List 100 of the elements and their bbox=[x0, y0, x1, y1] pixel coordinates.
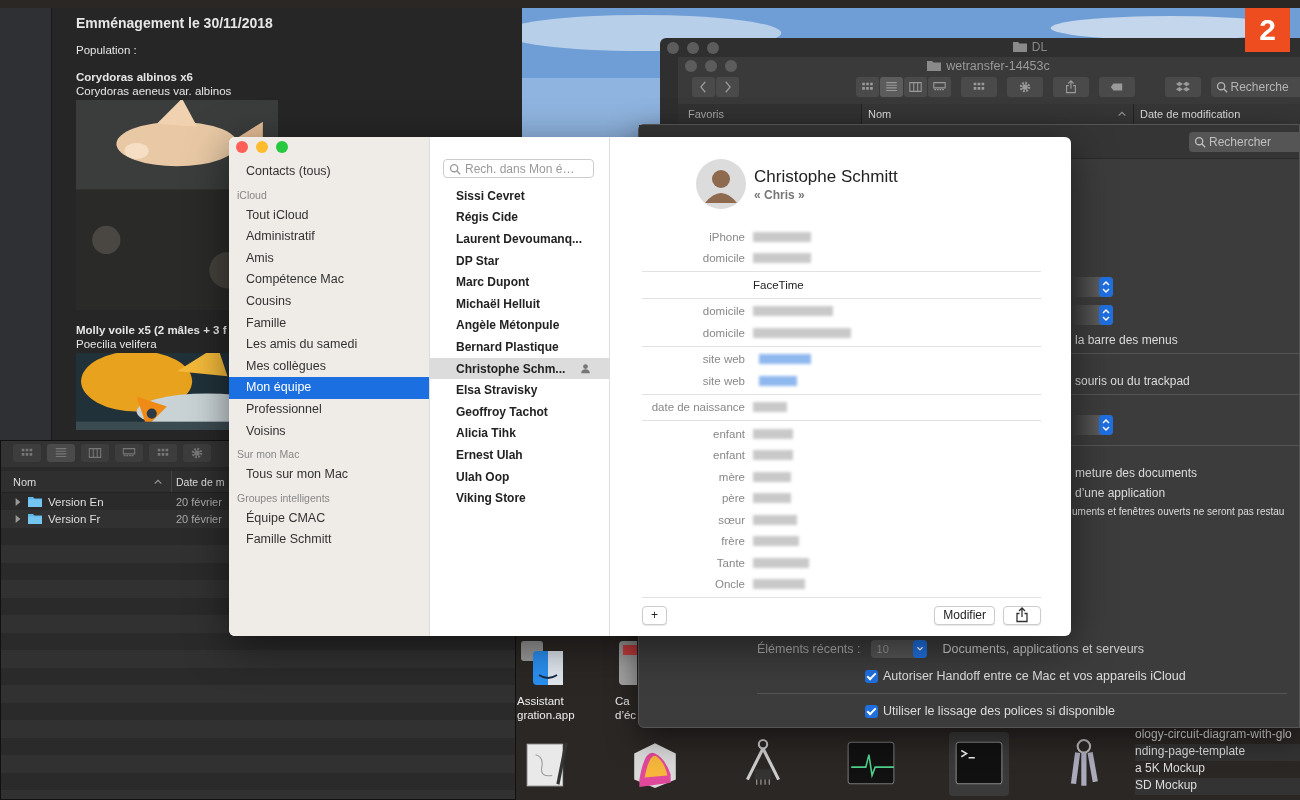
dropdown[interactable] bbox=[1071, 305, 1113, 325]
contact-row[interactable]: Alicia Tihk bbox=[430, 422, 609, 445]
contact-row[interactable]: Ernest Ulah bbox=[430, 444, 609, 466]
gallery-view-icon[interactable] bbox=[115, 444, 143, 462]
sidebar-item[interactable]: Voisins bbox=[229, 420, 429, 443]
field-label: domicile bbox=[702, 326, 745, 339]
species-name: Molly voile x5 (2 mâles + 3 f bbox=[76, 323, 227, 338]
sidebar-item[interactable]: Contacts (tous) bbox=[229, 161, 429, 183]
column-view-icon[interactable] bbox=[81, 444, 109, 462]
gear-icon[interactable] bbox=[183, 444, 211, 462]
list-view-icon[interactable] bbox=[880, 77, 903, 97]
gear-icon[interactable] bbox=[1006, 77, 1043, 97]
sidebar-item[interactable]: Compétence Mac bbox=[229, 269, 429, 291]
tag-icon[interactable] bbox=[1098, 77, 1135, 97]
sidebar-item[interactable]: Cousins bbox=[229, 290, 429, 313]
grid-view-icon[interactable] bbox=[856, 77, 879, 97]
contact-row[interactable]: Sissi Cevret bbox=[430, 185, 609, 207]
blurred-value bbox=[753, 471, 791, 482]
search-field[interactable]: Rechercher bbox=[1189, 131, 1299, 152]
blurred-value bbox=[753, 536, 799, 547]
minimize-button[interactable] bbox=[687, 42, 699, 54]
sidebar-item[interactable]: Équipe CMAC bbox=[229, 507, 429, 530]
list-view-icon[interactable] bbox=[47, 444, 75, 462]
gallery-view-icon[interactable] bbox=[928, 77, 951, 97]
sidebar-item[interactable]: Tout iCloud bbox=[229, 204, 429, 227]
add-button[interactable]: + bbox=[642, 605, 667, 625]
grid-view-icon[interactable] bbox=[13, 444, 41, 462]
sidebar-item[interactable]: Famille Schmitt bbox=[229, 529, 429, 551]
field-label: site web bbox=[702, 353, 745, 366]
contact-row[interactable]: Geoffroy Tachot bbox=[430, 400, 609, 423]
field-label: mère bbox=[718, 470, 745, 483]
column-header[interactable]: Date de modification bbox=[1133, 104, 1300, 124]
sidebar-item[interactable]: Mon équipe bbox=[229, 377, 429, 399]
contact-row[interactable]: Viking Store bbox=[430, 487, 609, 509]
forward-button[interactable] bbox=[716, 77, 739, 97]
field-label: Oncle bbox=[714, 578, 745, 591]
column-header[interactable]: Nom bbox=[13, 475, 37, 488]
share-button[interactable] bbox=[1003, 605, 1041, 625]
blurred-value bbox=[753, 231, 811, 242]
sidebar-item[interactable]: Famille bbox=[229, 312, 429, 335]
disclosure-icon[interactable] bbox=[14, 496, 22, 507]
column-header[interactable]: Nom bbox=[868, 108, 892, 120]
sidebar-item[interactable]: Amis bbox=[229, 247, 429, 270]
sidebar-item[interactable]: Mes collègues bbox=[229, 355, 429, 378]
zoom-button[interactable] bbox=[707, 42, 719, 54]
close-button[interactable] bbox=[236, 141, 248, 153]
search-icon bbox=[1215, 81, 1228, 93]
share-icon[interactable] bbox=[1052, 77, 1089, 97]
file-name[interactable]: nding-page-template bbox=[1135, 744, 1300, 761]
contact-row[interactable]: Elsa Stravisky bbox=[430, 379, 609, 401]
column-view-icon[interactable] bbox=[904, 77, 927, 97]
blurred-value bbox=[753, 579, 805, 590]
avatar bbox=[696, 159, 746, 209]
search-field[interactable]: Recherche bbox=[1210, 77, 1300, 97]
sidebar-item[interactable]: Les amis du samedi bbox=[229, 334, 429, 356]
contact-row[interactable]: Ulah Oop bbox=[430, 465, 609, 488]
blurred-value bbox=[753, 514, 797, 525]
checkbox-label[interactable]: Utiliser le lissage des polices si disponible bbox=[883, 704, 1116, 718]
label-text: meture des documents bbox=[1074, 466, 1199, 482]
dropbox-icon[interactable] bbox=[1164, 77, 1201, 97]
dropdown[interactable] bbox=[1071, 415, 1113, 435]
icon-label: Assistant bbox=[517, 694, 565, 708]
contact-name: Christophe Schmitt bbox=[754, 166, 898, 187]
disclosure-icon[interactable] bbox=[14, 514, 22, 525]
file-name[interactable]: a 5K Mockup bbox=[1135, 761, 1300, 778]
zoom-button[interactable] bbox=[276, 141, 288, 153]
sidebar-item[interactable]: Administratif bbox=[229, 226, 429, 248]
contact-row[interactable]: Michaël Helluit bbox=[430, 292, 609, 315]
date-text: 20 février bbox=[175, 495, 223, 508]
back-button[interactable] bbox=[692, 77, 715, 97]
file-name[interactable]: SD Mockup bbox=[1135, 778, 1300, 795]
contact-row[interactable]: Christophe Schm... bbox=[430, 357, 609, 380]
contact-row[interactable]: Laurent Devoumanq... bbox=[430, 228, 609, 250]
contact-row[interactable]: Marc Dupont bbox=[430, 271, 609, 293]
contact-row[interactable]: Bernard Plastique bbox=[430, 336, 609, 358]
group-icon[interactable] bbox=[149, 444, 177, 462]
contact-row[interactable]: Régis Cide bbox=[430, 206, 609, 229]
field-label: domicile bbox=[702, 305, 745, 318]
contact-row[interactable]: DP Star bbox=[430, 249, 609, 272]
checkbox[interactable] bbox=[865, 669, 878, 683]
file-name[interactable]: Version En bbox=[48, 495, 104, 508]
close-button[interactable] bbox=[667, 42, 679, 54]
search-field[interactable]: Rech. dans Mon é… bbox=[443, 159, 594, 178]
field-label: frère bbox=[721, 535, 745, 548]
person-icon bbox=[580, 363, 591, 375]
label-text: souris ou du trackpad bbox=[1074, 374, 1191, 390]
nickname: « Chris » bbox=[754, 187, 806, 202]
checkbox[interactable] bbox=[865, 704, 878, 718]
folder-icon bbox=[1012, 42, 1027, 52]
facetime-link[interactable]: FaceTime bbox=[753, 278, 804, 291]
contact-row[interactable]: Angèle Métonpule bbox=[430, 314, 609, 337]
checkbox-label[interactable]: Autoriser Handoff entre ce Mac et vos appareils iCloud bbox=[883, 669, 1186, 683]
sidebar-item[interactable]: Tous sur mon Mac bbox=[229, 464, 429, 486]
edit-button[interactable]: Modifier bbox=[934, 605, 995, 625]
blurred-value bbox=[753, 450, 793, 461]
sidebar-item[interactable]: Professionnel bbox=[229, 398, 429, 421]
dropdown[interactable] bbox=[1071, 277, 1113, 297]
file-name[interactable]: ology-circuit-diagram-with-glo bbox=[1135, 727, 1300, 744]
file-name[interactable]: Version Fr bbox=[48, 513, 101, 526]
group-icon[interactable] bbox=[961, 77, 997, 97]
